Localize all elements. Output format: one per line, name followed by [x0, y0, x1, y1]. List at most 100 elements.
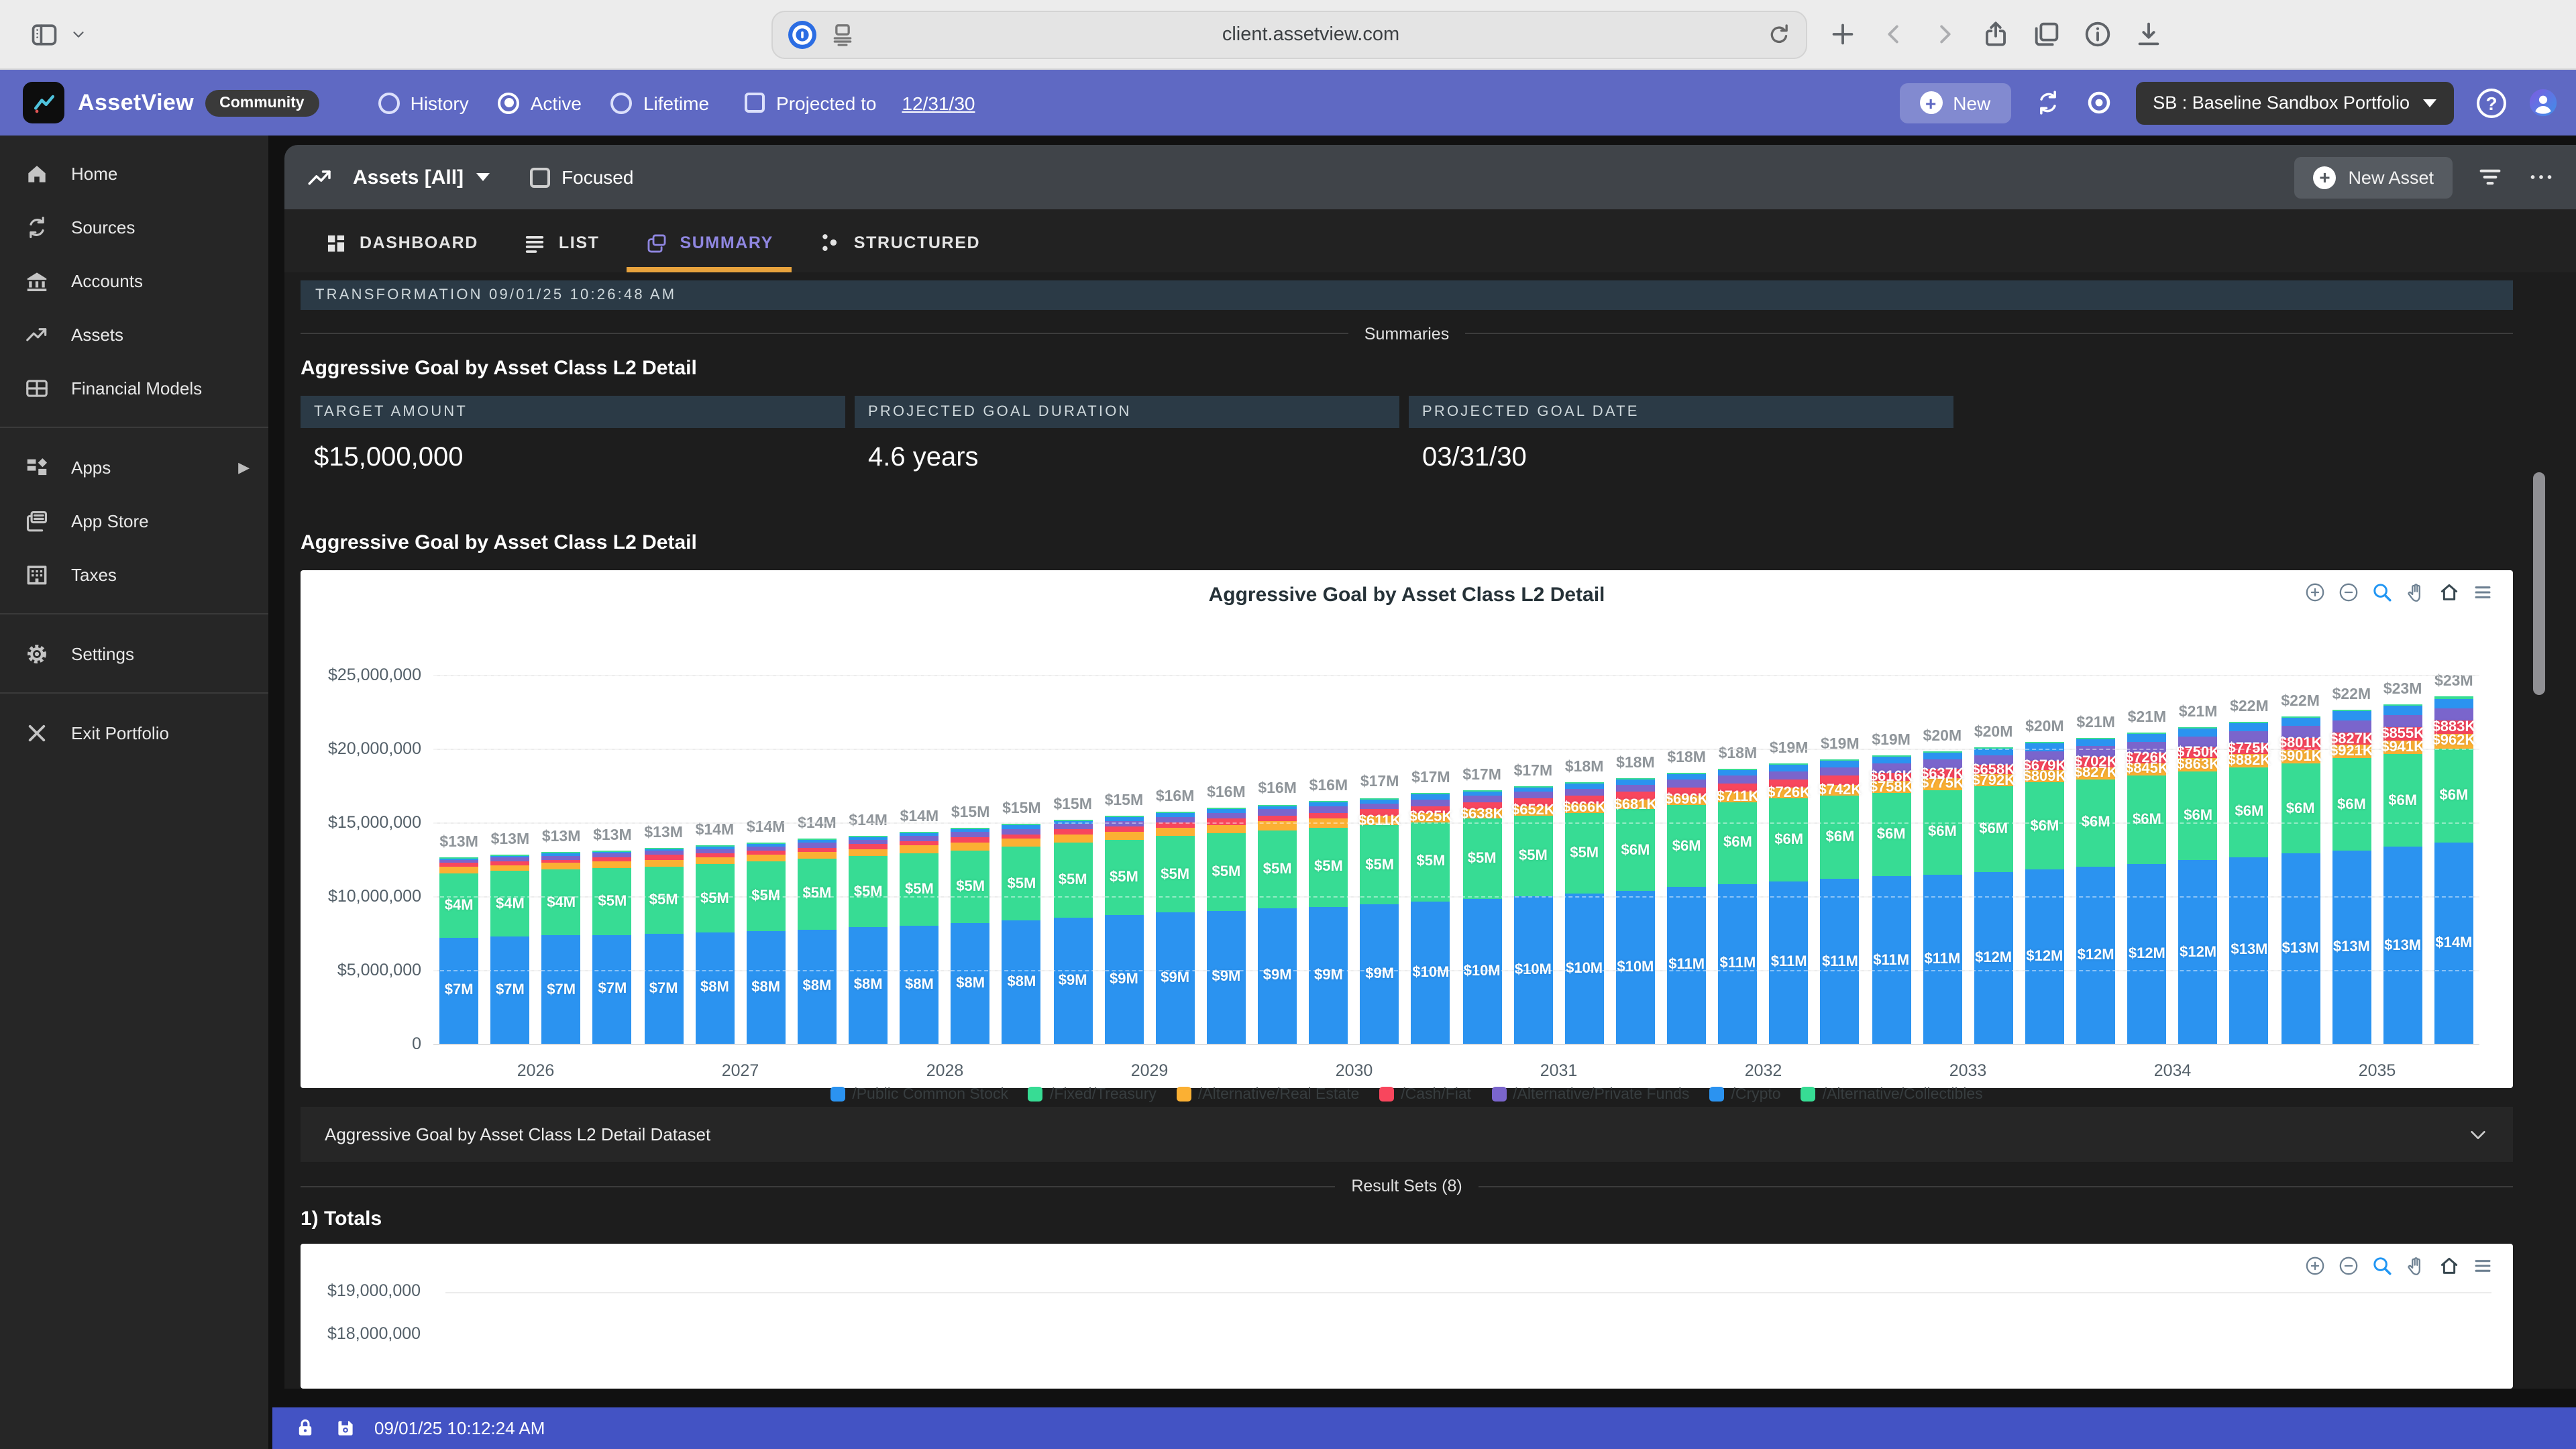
bar-segment[interactable]: [1053, 824, 1092, 829]
help-button[interactable]: ?: [2477, 88, 2506, 117]
sync-icon[interactable]: [2033, 89, 2061, 117]
portfolio-selector[interactable]: SB : Baseline Sandbox Portfolio: [2135, 81, 2454, 124]
pan-icon[interactable]: [2404, 581, 2427, 604]
bar-segment[interactable]: [1821, 759, 1860, 761]
bar-segment[interactable]: [1565, 782, 1604, 784]
bar-segment[interactable]: $681K: [1616, 800, 1655, 810]
bar-group[interactable]: $8M$5M$14M: [894, 675, 945, 1044]
bar-segment[interactable]: [1821, 767, 1860, 776]
stacked-bar[interactable]: $7M$4M: [439, 857, 478, 1043]
bar-segment[interactable]: $6M: [1667, 806, 1706, 888]
bar-segment[interactable]: $726K: [1770, 788, 1809, 799]
bar-segment[interactable]: [1667, 773, 1706, 780]
bar-group[interactable]: $8M$5M$14M: [792, 675, 843, 1044]
bar-segment[interactable]: [900, 836, 938, 841]
bar-segment[interactable]: [439, 860, 478, 863]
bar-segment[interactable]: $14M: [2434, 843, 2473, 1043]
bar-segment[interactable]: $6M: [1923, 790, 1962, 874]
bar-segment[interactable]: $4M: [490, 871, 529, 936]
sidebar-item-settings[interactable]: Settings: [0, 627, 268, 680]
bar-segment[interactable]: [1002, 834, 1041, 839]
stacked-bar[interactable]: $13M$6M$901K$801K: [2281, 716, 2320, 1043]
stacked-bar[interactable]: $8M$5M: [849, 836, 888, 1044]
bar-segment[interactable]: $10M: [1616, 891, 1655, 1044]
bar-segment[interactable]: $5M: [1156, 837, 1195, 913]
bar-segment[interactable]: $12M: [2025, 869, 2064, 1044]
bar-segment[interactable]: [439, 863, 478, 867]
menu-icon[interactable]: [2471, 581, 2494, 604]
bar-segment[interactable]: [747, 846, 786, 850]
bar-segment[interactable]: [593, 853, 632, 857]
bar-segment[interactable]: [1821, 761, 1860, 767]
stacked-bar[interactable]: $9M$5M: [1309, 801, 1348, 1043]
bar-group[interactable]: $8M$5M$14M: [843, 675, 894, 1044]
bar-segment[interactable]: $11M: [1667, 887, 1706, 1043]
new-button[interactable]: + New: [1899, 83, 2010, 123]
zoom-out-icon[interactable]: [2337, 581, 2360, 604]
bar-segment[interactable]: [2179, 729, 2218, 737]
bar-segment[interactable]: [951, 837, 990, 843]
bar-segment[interactable]: [1309, 806, 1348, 812]
bar-group[interactable]: $8M$5M$15M: [945, 675, 996, 1044]
url-text[interactable]: client.assetview.com: [856, 24, 1766, 46]
bar-group[interactable]: $9M$5M$15M: [1098, 675, 1149, 1044]
bar-segment[interactable]: [1207, 809, 1246, 813]
bar-segment[interactable]: [2383, 706, 2422, 716]
chart-plot-area[interactable]: $25,000,000$20,000,000$15,000,000$10,000…: [433, 675, 2479, 1044]
bar-group[interactable]: $9M$5M$16M: [1252, 675, 1303, 1044]
bar-segment[interactable]: $666K: [1565, 803, 1604, 813]
bar-segment[interactable]: $883K: [2434, 721, 2473, 734]
legend-item[interactable]: /Crypto: [1709, 1087, 1780, 1103]
bar-segment[interactable]: $5M: [1411, 822, 1450, 902]
stacked-bar[interactable]: $10M$5M$638K: [1462, 790, 1501, 1043]
bar-group[interactable]: $13M$6M$941K$855K$23M: [2377, 675, 2428, 1044]
bar-segment[interactable]: $611K: [1360, 816, 1399, 825]
bar-segment[interactable]: [1258, 805, 1297, 809]
bar-segment[interactable]: [1002, 825, 1041, 828]
bar-segment[interactable]: $9M: [1156, 913, 1195, 1044]
legend-item[interactable]: /Cash/Fiat: [1379, 1087, 1471, 1103]
bar-segment[interactable]: [1565, 788, 1604, 796]
bar-segment[interactable]: [1309, 812, 1348, 818]
bar-segment[interactable]: [1616, 779, 1655, 784]
bar-segment[interactable]: $6M: [2383, 754, 2422, 847]
bar-group[interactable]: $11M$6M$696K$18M: [1661, 675, 1712, 1044]
bar-segment[interactable]: [747, 843, 786, 846]
bar-group[interactable]: $12M$6M$809K$679K$20M: [2019, 675, 2070, 1044]
bar-segment[interactable]: [2179, 727, 2218, 729]
bar-segment[interactable]: $6M: [2332, 759, 2371, 851]
bar-segment[interactable]: [2230, 723, 2269, 732]
stacked-bar[interactable]: $11M$6M$758K$616K: [1872, 756, 1911, 1044]
bar-segment[interactable]: [1309, 802, 1348, 807]
bar-segment[interactable]: $742K: [1821, 785, 1860, 796]
bar-segment[interactable]: $921K: [2332, 745, 2371, 759]
stacked-bar[interactable]: $9M$5M: [1053, 820, 1092, 1044]
sidebar-item-accounts[interactable]: Accounts: [0, 254, 268, 307]
sidebar-toggle-icon[interactable]: [30, 19, 59, 49]
bar-segment[interactable]: [2076, 737, 2115, 739]
stacked-bar[interactable]: $7M$5M: [593, 850, 632, 1043]
bar-group[interactable]: $7M$4M$13M: [433, 675, 484, 1044]
bar-segment[interactable]: [593, 850, 632, 851]
bar-segment[interactable]: $616K: [1872, 772, 1911, 782]
focused-checkbox[interactable]: [529, 167, 549, 187]
bar-segment[interactable]: [1258, 816, 1297, 822]
bar-segment[interactable]: $637K: [1923, 769, 1962, 778]
bar-segment[interactable]: $658K: [1974, 765, 2013, 774]
bar-segment[interactable]: [798, 852, 837, 859]
bar-segment[interactable]: [1513, 787, 1552, 792]
save-icon[interactable]: [334, 1417, 357, 1440]
reset-home-icon[interactable]: [2438, 581, 2461, 604]
bar-segment[interactable]: $11M: [1718, 884, 1757, 1043]
bar-segment[interactable]: [900, 833, 938, 836]
bar-segment[interactable]: [798, 839, 837, 840]
bar-segment[interactable]: [1104, 826, 1143, 831]
bar-segment[interactable]: $6M: [2179, 771, 2218, 861]
stacked-bar[interactable]: $8M$5M: [900, 832, 938, 1043]
bar-segment[interactable]: $6M: [1770, 799, 1809, 882]
bar-segment[interactable]: $696K: [1667, 795, 1706, 805]
bar-group[interactable]: $7M$5M$13M: [587, 675, 638, 1044]
bar-group[interactable]: $11M$6M$711K$18M: [1712, 675, 1763, 1044]
bar-segment[interactable]: [1360, 798, 1399, 803]
bar-segment[interactable]: $6M: [2025, 783, 2064, 869]
